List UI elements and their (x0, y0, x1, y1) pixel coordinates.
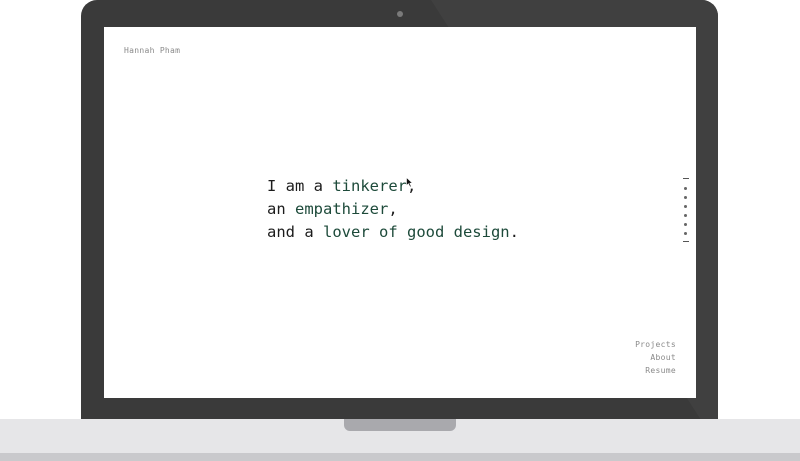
tagline-highlight: lover of good design (323, 223, 510, 241)
tagline-highlight: empathizer (295, 200, 389, 218)
laptop-base-edge (0, 453, 800, 461)
tagline-text: I am a (267, 177, 333, 195)
page-nav-links: Projects About Resume (635, 338, 676, 377)
scroll-indicator-top-cap (683, 178, 689, 179)
tagline-text: and a (267, 223, 323, 241)
tagline-text: an (267, 200, 295, 218)
nav-link-projects[interactable]: Projects (635, 338, 676, 351)
tagline-highlight: tinkerer (332, 177, 407, 195)
section-scroll-indicator (680, 178, 692, 244)
nav-link-about[interactable]: About (635, 351, 676, 364)
mouse-pointer-icon (406, 177, 414, 188)
tagline-line-3: and a lover of good design. (267, 221, 519, 244)
section-dot[interactable] (684, 232, 687, 235)
tagline-line-2: an empathizer, (267, 198, 519, 221)
section-dot[interactable] (684, 196, 687, 199)
section-dot[interactable] (684, 214, 687, 217)
tagline-line-1: I am a tinkerer, (267, 175, 519, 198)
laptop-opening-notch (344, 419, 456, 431)
nav-link-resume[interactable]: Resume (635, 364, 676, 377)
laptop-mockup: Hannah Pham I am a tinkerer, an empathiz… (0, 0, 800, 461)
scroll-indicator-bottom-cap (683, 241, 689, 242)
site-owner-name[interactable]: Hannah Pham (124, 46, 180, 55)
section-dot[interactable] (684, 187, 687, 190)
section-dot[interactable] (684, 223, 687, 226)
section-dot[interactable] (684, 205, 687, 208)
camera-icon (397, 11, 403, 17)
tagline-text: . (509, 223, 519, 241)
website-screen: Hannah Pham I am a tinkerer, an empathiz… (104, 27, 696, 398)
hero-tagline: I am a tinkerer, an empathizer, and a lo… (267, 175, 519, 244)
tagline-text: , (388, 200, 398, 218)
